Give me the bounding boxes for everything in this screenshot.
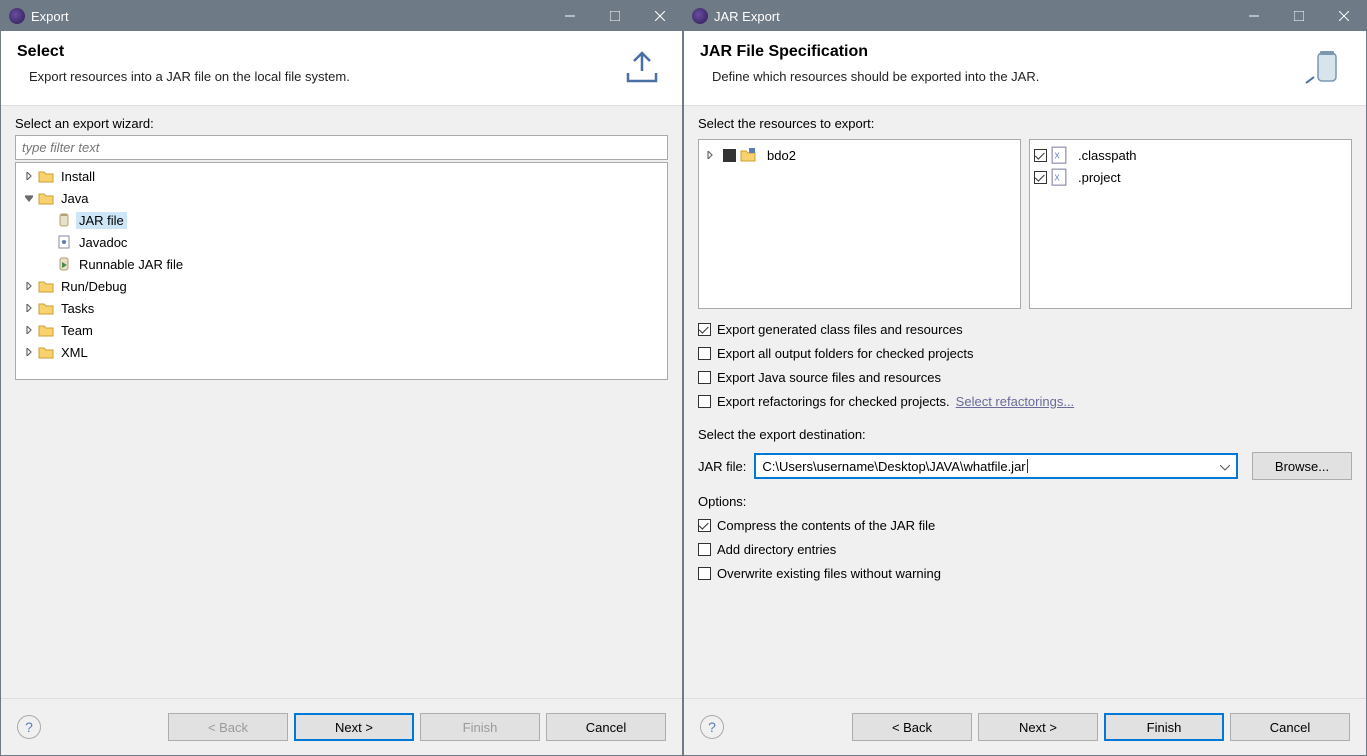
opt-add-dir[interactable]: Add directory entries bbox=[698, 537, 1352, 561]
opt-export-source[interactable]: Export Java source files and resources bbox=[698, 365, 1352, 389]
finish-button[interactable]: Finish bbox=[1104, 713, 1224, 741]
export-icon bbox=[618, 43, 666, 91]
dialog-header: JAR File Specification Define which reso… bbox=[684, 31, 1366, 106]
options-label: Options: bbox=[698, 494, 1352, 509]
opt-compress[interactable]: Compress the contents of the JAR file bbox=[698, 513, 1352, 537]
runnable-jar-icon bbox=[56, 256, 72, 272]
svg-text:X: X bbox=[1054, 151, 1060, 160]
wizard-tree[interactable]: Install Java JAR file Javadoc Run bbox=[15, 162, 668, 380]
chevron-right-icon[interactable] bbox=[22, 345, 36, 359]
back-button[interactable]: < Back bbox=[852, 713, 972, 741]
opt-overwrite[interactable]: Overwrite existing files without warning bbox=[698, 561, 1352, 585]
dialog-header: Select Export resources into a JAR file … bbox=[1, 31, 682, 106]
tree-item-team[interactable]: Team bbox=[16, 319, 667, 341]
chevron-down-icon[interactable] bbox=[22, 191, 36, 205]
chevron-right-icon[interactable] bbox=[22, 169, 36, 183]
resources-label: Select the resources to export: bbox=[698, 116, 1352, 131]
help-button[interactable]: ? bbox=[17, 715, 41, 739]
resource-files[interactable]: X .classpath X .project bbox=[1029, 139, 1352, 309]
checkbox[interactable] bbox=[698, 519, 711, 532]
opt-export-output[interactable]: Export all output folders for checked pr… bbox=[698, 341, 1352, 365]
window-title: Export bbox=[31, 9, 547, 24]
chevron-right-icon[interactable] bbox=[703, 148, 717, 162]
file-checkbox[interactable] bbox=[1034, 171, 1047, 184]
tree-item-javadoc[interactable]: Javadoc bbox=[16, 231, 667, 253]
opt-export-refactorings[interactable]: Export refactorings for checked projects… bbox=[698, 389, 1352, 413]
eclipse-icon bbox=[9, 8, 25, 24]
next-button[interactable]: Next > bbox=[294, 713, 414, 741]
tree-item-run-debug[interactable]: Run/Debug bbox=[16, 275, 667, 297]
svg-text:X: X bbox=[1054, 173, 1060, 182]
tree-item-tasks[interactable]: Tasks bbox=[16, 297, 667, 319]
tree-item-runnable-jar[interactable]: Runnable JAR file bbox=[16, 253, 667, 275]
header-title: Select bbox=[17, 43, 618, 61]
file-checkbox[interactable] bbox=[1034, 149, 1047, 162]
xml-file-icon: X bbox=[1051, 169, 1067, 185]
tree-item-install[interactable]: Install bbox=[16, 165, 667, 187]
help-button[interactable]: ? bbox=[700, 715, 724, 739]
resource-tree[interactable]: bdo2 bbox=[698, 139, 1021, 309]
folder-icon bbox=[38, 191, 54, 205]
checkbox[interactable] bbox=[698, 395, 711, 408]
tree-item-jar-file[interactable]: JAR file bbox=[16, 209, 667, 231]
jar-file-label: JAR file: bbox=[698, 459, 746, 474]
file-project-row[interactable]: X .project bbox=[1034, 166, 1347, 188]
checkbox[interactable] bbox=[698, 371, 711, 384]
javadoc-icon bbox=[56, 234, 72, 250]
xml-file-icon: X bbox=[1051, 147, 1067, 163]
opt-export-generated[interactable]: Export generated class files and resourc… bbox=[698, 317, 1352, 341]
chevron-right-icon[interactable] bbox=[22, 279, 36, 293]
resource-project-row[interactable]: bdo2 bbox=[703, 144, 1016, 166]
tree-item-xml[interactable]: XML bbox=[16, 341, 667, 363]
maximize-button[interactable] bbox=[1276, 1, 1321, 31]
project-checkbox[interactable] bbox=[723, 149, 736, 162]
dialog-body: Select the resources to export: bdo2 X .… bbox=[684, 106, 1366, 698]
titlebar[interactable]: JAR Export bbox=[684, 1, 1366, 31]
dialog-footer: ? < Back Next > Finish Cancel bbox=[684, 698, 1366, 755]
checkbox[interactable] bbox=[698, 323, 711, 336]
file-classpath-row[interactable]: X .classpath bbox=[1034, 144, 1347, 166]
window-title: JAR Export bbox=[714, 9, 1231, 24]
checkbox[interactable] bbox=[698, 543, 711, 556]
checkbox[interactable] bbox=[698, 347, 711, 360]
eclipse-icon bbox=[692, 8, 708, 24]
next-button[interactable]: Next > bbox=[978, 713, 1098, 741]
jar-file-combobox[interactable]: C:\Users\username\Desktop\JAVA\whatfile.… bbox=[754, 453, 1238, 479]
filter-input[interactable] bbox=[15, 135, 668, 160]
cancel-button[interactable]: Cancel bbox=[1230, 713, 1350, 741]
wizard-label: Select an export wizard: bbox=[15, 116, 668, 131]
chevron-down-icon[interactable] bbox=[1220, 459, 1230, 474]
folder-icon bbox=[38, 345, 54, 359]
jar-icon bbox=[56, 212, 72, 228]
select-refactorings-link[interactable]: Select refactorings... bbox=[956, 394, 1075, 409]
jar-export-window: JAR Export JAR File Specification Define… bbox=[683, 0, 1367, 756]
back-button[interactable]: < Back bbox=[168, 713, 288, 741]
titlebar[interactable]: Export bbox=[1, 1, 682, 31]
close-button[interactable] bbox=[637, 1, 682, 31]
minimize-button[interactable] bbox=[1231, 1, 1276, 31]
close-button[interactable] bbox=[1321, 1, 1366, 31]
dest-label: Select the export destination: bbox=[698, 427, 1352, 442]
chevron-right-icon[interactable] bbox=[22, 323, 36, 337]
minimize-button[interactable] bbox=[547, 1, 592, 31]
folder-icon bbox=[38, 301, 54, 315]
finish-button[interactable]: Finish bbox=[420, 713, 540, 741]
header-description: Define which resources should be exporte… bbox=[712, 69, 1302, 84]
browse-button[interactable]: Browse... bbox=[1252, 452, 1352, 480]
tree-item-java[interactable]: Java bbox=[16, 187, 667, 209]
chevron-right-icon[interactable] bbox=[22, 301, 36, 315]
checkbox[interactable] bbox=[698, 567, 711, 580]
export-window: Export Select Export resources into a JA… bbox=[0, 0, 683, 756]
folder-icon bbox=[38, 169, 54, 183]
cancel-button[interactable]: Cancel bbox=[546, 713, 666, 741]
dialog-footer: ? < Back Next > Finish Cancel bbox=[1, 698, 682, 755]
folder-icon bbox=[38, 279, 54, 293]
project-icon bbox=[740, 147, 756, 163]
folder-icon bbox=[38, 323, 54, 337]
maximize-button[interactable] bbox=[592, 1, 637, 31]
header-title: JAR File Specification bbox=[700, 43, 1302, 61]
dialog-body: Select an export wizard: Install Java JA… bbox=[1, 106, 682, 698]
jar-wizard-icon bbox=[1302, 43, 1350, 91]
header-description: Export resources into a JAR file on the … bbox=[29, 69, 618, 84]
